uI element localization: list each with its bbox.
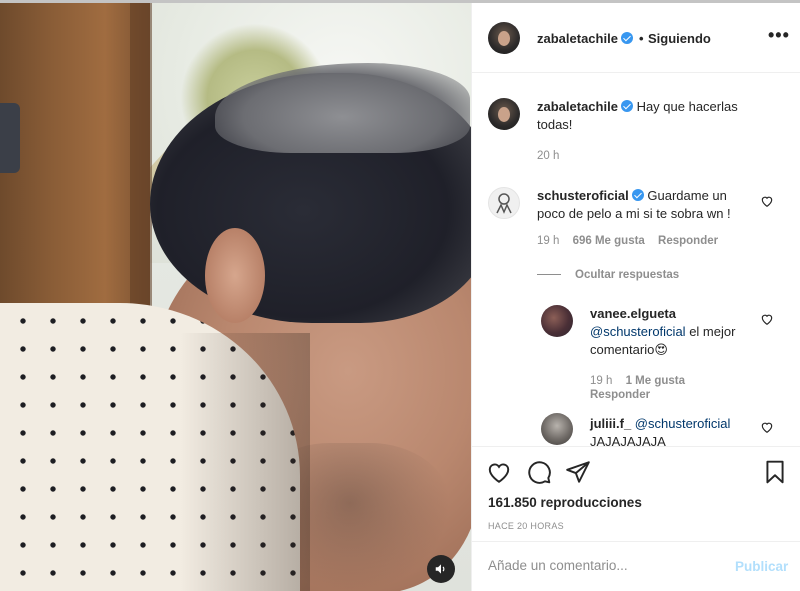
comment-likes[interactable]: 696 Me gusta (573, 235, 645, 247)
post-actions: 161.850 reproducciones HACE 20 HORAS (472, 446, 800, 541)
comment-time: 19 h (537, 235, 560, 247)
comment-meta: 19 h 696 Me gusta Responder (537, 235, 718, 247)
comment-like-heart-icon[interactable] (760, 194, 774, 208)
reply-meta: 19 h 1 Me gusta Responder (590, 374, 710, 402)
verified-badge-icon (620, 100, 633, 112)
reply2-avatar[interactable] (541, 413, 573, 445)
reply-time: 19 h (590, 375, 613, 387)
post-panel: zabaletachile • Siguiendo ••• zabaletach… (471, 3, 800, 591)
comment-input[interactable] (488, 558, 728, 573)
post-time[interactable]: HACE 20 HORAS (488, 521, 564, 531)
comment-avatar[interactable] (488, 187, 520, 219)
reply2-like-heart-icon[interactable] (760, 420, 774, 434)
verified-badge-icon (631, 189, 644, 201)
add-comment-bar: Publicar (472, 541, 800, 591)
caption-text-block: zabaletachile Hay que hacerlas todas! (537, 98, 762, 134)
hide-replies-line (537, 274, 561, 276)
caption-avatar[interactable] (488, 98, 520, 130)
user-silhouette-icon (496, 193, 512, 214)
comment-text-block: schusteroficial Guardame un poco de pelo… (537, 187, 752, 223)
video-shirt-shadow (180, 333, 310, 591)
reply-avatar[interactable] (541, 305, 573, 337)
paper-plane-icon[interactable] (565, 459, 591, 485)
comment-username[interactable]: schusteroficial (537, 188, 629, 203)
reply-mention-link[interactable]: @schusteroficial (590, 324, 686, 339)
reply-likes[interactable]: 1 Me gusta (626, 375, 685, 387)
following-button[interactable]: Siguiendo (648, 31, 711, 46)
more-options-icon[interactable]: ••• (768, 26, 790, 44)
sound-toggle-button[interactable] (427, 555, 455, 583)
heart-icon[interactable] (486, 459, 512, 485)
video-door-hinge (0, 103, 20, 173)
reply2-mention-link[interactable]: @schusteroficial (635, 416, 731, 431)
reply-reply-button[interactable]: Responder (590, 389, 650, 401)
hide-replies-button[interactable]: Ocultar respuestas (537, 269, 679, 281)
video-ear (205, 228, 265, 323)
publish-button[interactable]: Publicar (735, 559, 788, 574)
separator-dot: • (639, 31, 644, 46)
reply-emoji: 😍 (654, 342, 668, 357)
reply2-text: JAJAJAJAJA (590, 434, 666, 446)
author-username-text[interactable]: zabaletachile (537, 31, 618, 46)
video-player[interactable] (0, 3, 471, 591)
verified-badge-icon (620, 32, 633, 44)
comments-list[interactable]: zabaletachile Hay que hacerlas todas! 20… (472, 74, 800, 446)
hide-replies-label[interactable]: Ocultar respuestas (575, 269, 679, 281)
view-count[interactable]: 161.850 reproducciones (488, 495, 642, 510)
reply2-username[interactable]: juliii.f_ (590, 416, 631, 431)
author-avatar[interactable] (488, 22, 520, 54)
reply-text-block: vanee.elgueta @schusteroficial el mejor … (590, 305, 760, 359)
reply2-text-block: juliii.f_ @schusteroficial JAJAJAJAJA (590, 415, 760, 446)
caption-username[interactable]: zabaletachile (537, 99, 618, 114)
comment-icon[interactable] (526, 459, 552, 485)
speaker-icon (435, 564, 445, 574)
post-header: zabaletachile • Siguiendo ••• (472, 3, 800, 73)
caption-time: 20 h (537, 150, 560, 162)
comment-reply-button[interactable]: Responder (658, 235, 718, 247)
bookmark-icon[interactable] (762, 459, 788, 485)
author-username[interactable]: zabaletachile (537, 31, 633, 46)
reply-username[interactable]: vanee.elgueta (590, 306, 676, 321)
reply-like-heart-icon[interactable] (760, 312, 774, 326)
